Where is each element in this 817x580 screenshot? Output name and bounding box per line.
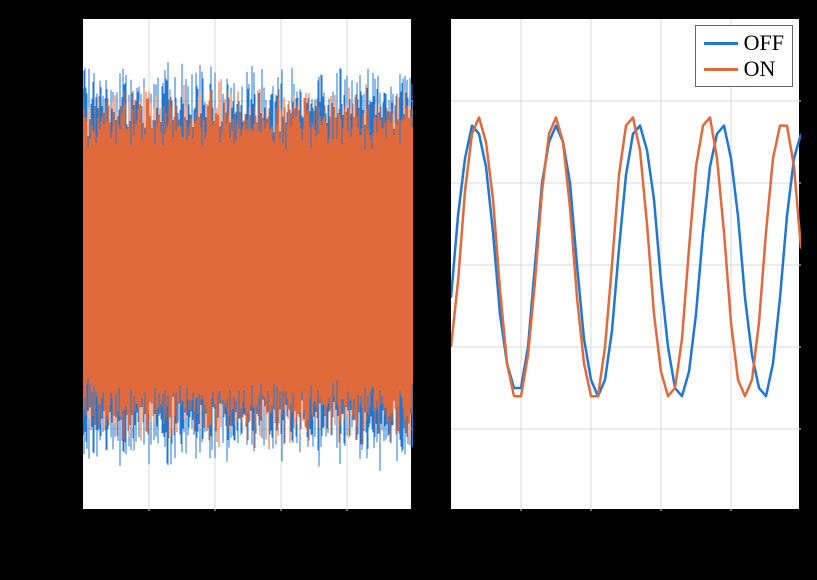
- xtick: 15: [270, 514, 290, 537]
- x-axis-label-left: Time [s]: [205, 540, 286, 567]
- series-group: [83, 62, 413, 471]
- ytick: 0.03: [30, 9, 78, 32]
- xtick: 4.02: [502, 514, 537, 537]
- ytick: -0.01: [30, 335, 78, 358]
- legend-item-off: OFF: [704, 30, 784, 56]
- xtick: 0: [77, 514, 87, 537]
- xtick: 4.1: [784, 514, 809, 537]
- xtick: 10: [204, 514, 224, 537]
- x-axis-label-right: Time [s]: [580, 540, 661, 567]
- series-group: [451, 117, 801, 396]
- chart-right-svg: [451, 19, 801, 511]
- legend-item-on: ON: [704, 56, 784, 82]
- xtick: 20: [336, 514, 356, 537]
- xtick: 4: [444, 514, 454, 537]
- grid: [451, 19, 801, 511]
- legend: OFF ON: [695, 25, 793, 87]
- xtick: 4.04: [572, 514, 607, 537]
- chart-left: [82, 18, 412, 510]
- chart-right: OFF ON: [450, 18, 800, 510]
- xtick: 4.08: [712, 514, 747, 537]
- ytick: -0.03: [30, 498, 78, 521]
- legend-swatch-off: [704, 42, 738, 45]
- ytick: 0: [30, 253, 78, 276]
- chart-left-svg: [83, 19, 413, 511]
- ytick: -0.02: [30, 416, 78, 439]
- legend-label: OFF: [744, 30, 784, 56]
- xtick: 5: [143, 514, 153, 537]
- ytick: 0.01: [30, 172, 78, 195]
- legend-swatch-on: [704, 68, 738, 71]
- legend-label: ON: [744, 56, 776, 82]
- figure: x3 [mm] -0.03 -0.02 -0.01 0 0.01 0.02 0.…: [0, 0, 817, 580]
- xtick: 4.06: [642, 514, 677, 537]
- ytick: 0.02: [30, 90, 78, 113]
